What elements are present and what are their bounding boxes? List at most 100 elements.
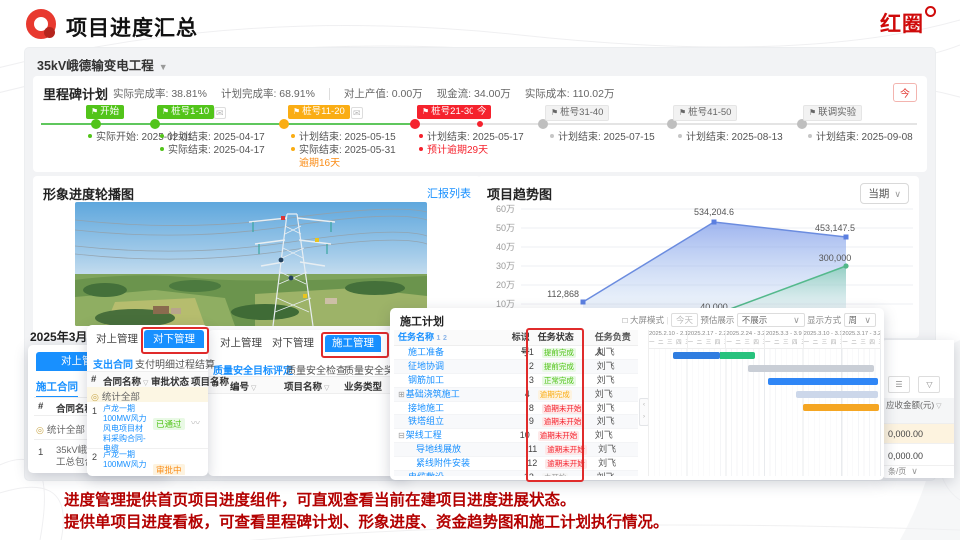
caption-line-2: 提供单项目进度看板，可查看里程碑计划、形象进度、资金趋势图和施工计划执行情况。 [64,512,924,534]
sort-badge[interactable]: 1 [437,335,441,342]
row-number: 2 [92,452,97,462]
tab-shigong-active[interactable]: 施工管理 [325,335,381,352]
slide-caption: 进度管理提供首页项目进度组件，可直观查看当前在建项目进度进展状态。 提供单项目进… [64,490,924,534]
svg-text:534,204.6: 534,204.6 [694,207,734,217]
gantt-bar[interactable] [720,352,755,359]
carousel-title: 形象进度轮播图 [43,184,134,203]
milestone-tag: ⚑桩号11-20 [288,105,350,119]
trend-title: 项目趋势图 [487,184,552,203]
subtab-quality-check[interactable]: 质量安全检查 [286,362,346,377]
mail-icon[interactable]: ✉ [214,107,226,119]
svg-text:50万: 50万 [496,223,515,233]
task-row[interactable]: 导地线展放11逾期未开始刘飞 [394,443,638,457]
milestone-title: 里程碑计划 [43,84,108,103]
svg-text:300,000: 300,000 [819,253,852,263]
gantt-bar[interactable] [673,352,719,359]
milestone-panel: 里程碑计划 实际完成率: 38.81%计划完成率: 68.91%对上产值: 0.… [33,76,927,172]
task-row[interactable]: 紧线附件安装12逾期未开始刘飞 [394,457,638,471]
tab-duixia[interactable]: 对下管理 [270,335,316,352]
flag-icon: ⚑ [809,108,816,117]
collapse-icon[interactable]: ⊟ [398,431,405,440]
milestone-tag: ⚑联调实验 [803,105,862,121]
task-row[interactable]: 施工准备1提前完成刘飞 [394,346,638,360]
gantt-bar[interactable] [796,391,877,398]
status-badge: 正常完成 [542,376,576,386]
subtab-process-settle[interactable]: 过程结算 [175,356,215,371]
status-badge: 逾期未开始 [545,459,587,469]
page-size-select[interactable]: 条/页∨ [888,466,918,477]
subtab-construction-contract[interactable]: 施工合同 [36,379,78,398]
window-finance-panel: ☰ ▽ 应收金额(元)▽ 0,000.00 0,000.00 条/页∨ [882,340,954,478]
signature-icon: 〰 [191,416,200,429]
status-badge: 提前完成 [542,362,576,372]
display-mode-select[interactable]: 周 ∨ [844,313,876,327]
task-row[interactable]: ⊟架线工程10逾期未开始刘飞 [394,429,638,443]
brand-logo: 红圈 [880,8,936,38]
progress-photo[interactable] [75,202,427,326]
tab-duishang[interactable]: 对上管理 [218,335,264,352]
period-select[interactable]: 当期∨ [860,183,909,204]
status-badge: 逾期未开始 [545,445,587,455]
svg-text:60万: 60万 [496,204,515,214]
contract-name-link[interactable]: 卢龙一期100MW风力 [103,450,149,470]
flag-icon: ⚑ [162,107,169,116]
today-button[interactable]: 今 [893,83,917,102]
project-selector[interactable]: 35kV峨德输变电工程▼ [37,55,168,74]
status-badge: 未开始 [542,473,569,476]
milestone-node [410,119,420,129]
flag-icon: ⚑ [293,107,300,116]
expand-icon[interactable]: ⊞ [398,390,405,399]
today-button[interactable]: 今天 [671,313,698,327]
brand-ring-icon [925,6,936,17]
flag-icon: ⚑ [422,107,429,116]
mail-icon[interactable]: ✉ [351,107,363,119]
gantt-toolbar: □ 大屏模式 | 今天 预估展示 不展示∨ 显示方式 周 ∨ [623,313,877,327]
chevron-down-icon: ∨ [793,314,800,326]
task-row[interactable]: 电缆敷设13未开始刘飞 [394,471,638,476]
task-row[interactable]: 征地协调2提前完成刘飞 [394,360,638,374]
gantt-title: 施工计划 [400,313,444,329]
tab-duishang[interactable]: 对上管理 [92,330,142,348]
table-row[interactable]: 1 卢龙一期100MW风力风电项目材料采购合同-电缆 已通过 〰 [87,402,208,449]
fullscreen-checkbox[interactable]: □ 大屏模式 [623,315,665,325]
status-badge: 逾期未开始 [542,404,584,414]
timeline-today-marker: 今 [473,105,491,119]
list-icon[interactable]: ☰ [888,376,910,393]
forecast-select[interactable]: 不展示∨ [737,313,805,327]
milestone-node [279,119,289,129]
stat-icon: ◎ [36,425,44,435]
status-badge: 审批中 [153,464,185,475]
window-construction-plan: 施工计划 □ 大屏模式 | 今天 预估展示 不展示∨ 显示方式 周 ∨ 任务名称… [390,308,884,480]
col-receivable: 应收金额(元)▽ [882,398,954,424]
status-badge: 逾期未开始 [538,431,580,441]
tab-duixia-active[interactable]: 对下管理 [144,330,204,348]
filter-icon[interactable]: ▽ [251,385,256,392]
svg-text:112,868: 112,868 [547,289,579,299]
sort-badge[interactable]: 2 [443,335,447,342]
filter-icon[interactable]: ▽ [324,385,329,392]
milestone-stats: 实际完成率: 38.81%计划完成率: 68.91%对上产值: 0.00万现金流… [113,86,628,101]
report-list-link[interactable]: 汇报列表 [427,185,471,201]
table-row-stat[interactable]: ◎统计全部 [36,422,85,436]
table-row-stat[interactable]: ◎统计全部 [87,387,208,402]
svg-text:20万: 20万 [496,280,515,290]
milestone-tag: ⚑桩号41-50 [673,105,737,121]
brand-text: 红圈 [880,13,924,36]
task-row[interactable]: 钢筋加工3正常完成刘飞 [394,374,638,388]
task-row[interactable]: 接地施工8逾期未开始刘飞 [394,402,638,416]
gantt-bar[interactable] [748,365,874,372]
filter-icon[interactable]: ▽ [936,403,941,410]
chevron-down-icon: ∨ [894,189,901,199]
filter-icon[interactable]: ▽ [918,376,940,393]
subtab-payment-detail[interactable]: 支付明细 [135,356,175,371]
gantt-bar[interactable] [768,378,877,385]
table-row[interactable]: 2 卢龙一期100MW风力 审批中 [87,448,208,475]
milestone-node [150,119,160,129]
gantt-bar[interactable] [803,404,878,411]
filter-icon[interactable]: ▽ [143,380,148,387]
stat-icon: ◎ [91,392,99,402]
task-row[interactable]: ⊞基础浇筑施工4逾期完成刘飞 [394,388,638,402]
task-row[interactable]: 铁塔组立9逾期未开始刘飞 [394,415,638,429]
flag-icon: ⚑ [551,108,558,117]
contract-name-link[interactable]: 卢龙一期100MW风力风电项目材料采购合同-电缆 [103,404,149,454]
